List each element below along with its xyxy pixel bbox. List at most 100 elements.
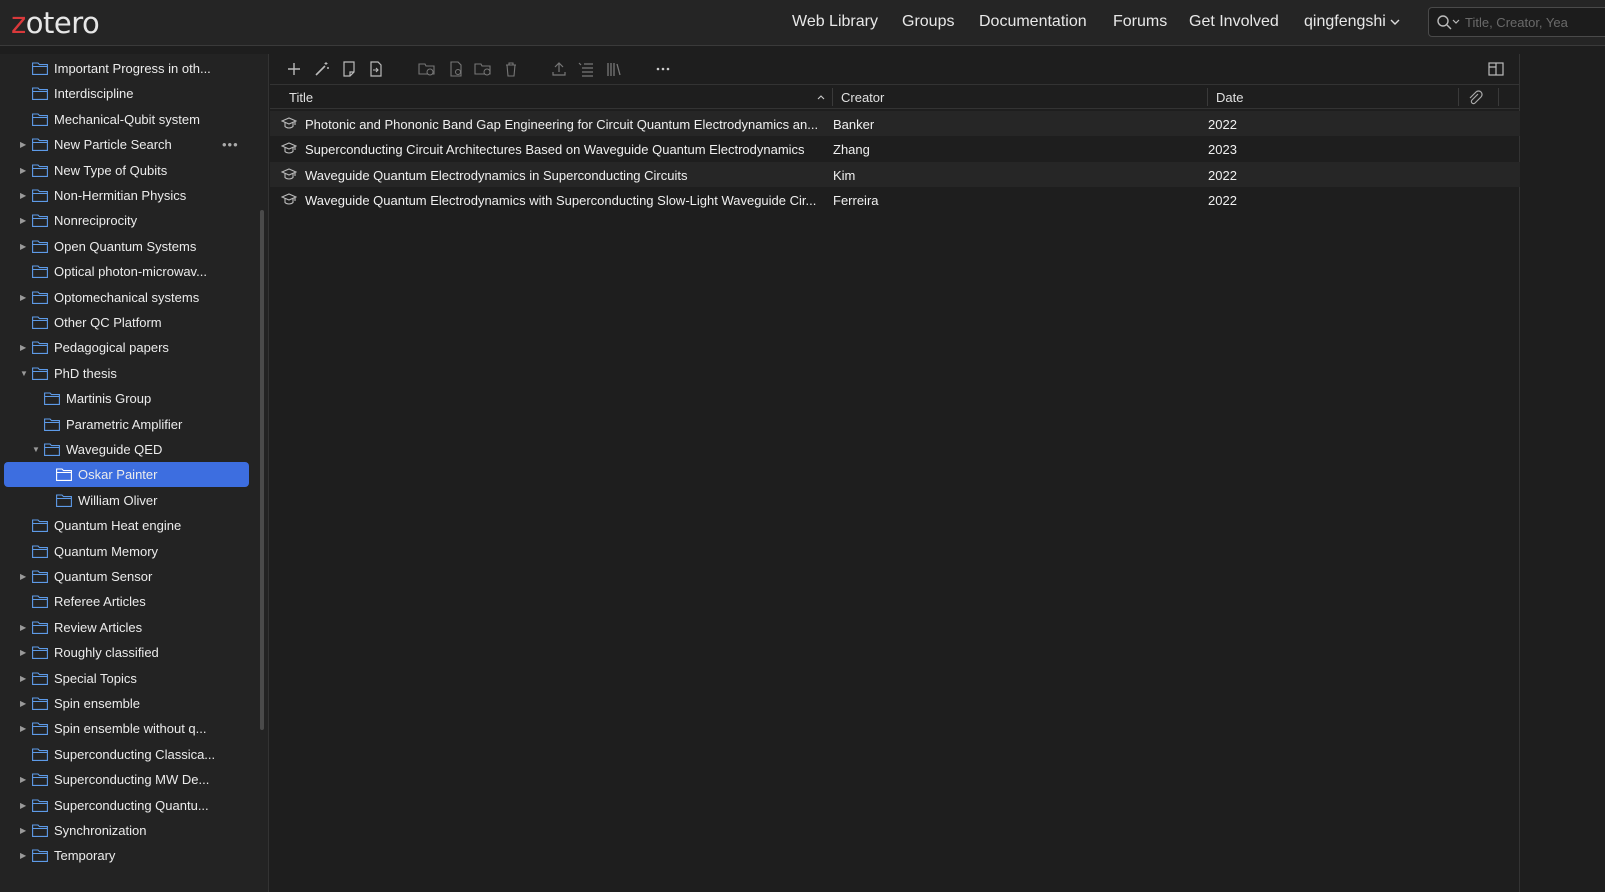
move-to-collection-icon[interactable]: [474, 60, 492, 78]
sidebar-collection-item[interactable]: ▶ Superconducting Quantu...: [4, 793, 249, 818]
chevron-right-icon[interactable]: ▶: [20, 293, 28, 302]
sidebar-collection-item[interactable]: William Oliver: [4, 488, 249, 513]
sidebar-collection-item[interactable]: Oskar Painter: [4, 462, 249, 488]
column-separator[interactable]: [1458, 88, 1459, 106]
table-row[interactable]: Waveguide Quantum Electrodynamics in Sup…: [270, 161, 1520, 187]
folder-icon: [32, 138, 48, 152]
chevron-right-icon[interactable]: ▶: [20, 192, 28, 200]
sidebar-collection-item[interactable]: ▶ New Particle Search •••: [4, 132, 249, 157]
thesis-icon: [281, 142, 297, 154]
attachment-column-icon[interactable]: [1467, 90, 1483, 106]
nav-groups[interactable]: Groups: [902, 13, 954, 31]
search-field[interactable]: Title, Creator, Yea: [1428, 7, 1605, 37]
add-attachment-icon[interactable]: [367, 60, 385, 78]
sidebar-collection-item[interactable]: ▶ Review Articles: [4, 615, 249, 640]
sidebar-collection-item[interactable]: Quantum Memory: [4, 539, 249, 564]
sidebar-collection-item[interactable]: ▼ Waveguide QED: [4, 437, 249, 462]
sidebar-collection-item[interactable]: ▶ Quantum Sensor: [4, 564, 249, 589]
sidebar-collection-item[interactable]: Important Progress in oth...: [4, 56, 249, 81]
column-header-title[interactable]: Title: [289, 90, 313, 105]
nav-forums[interactable]: Forums: [1113, 13, 1167, 31]
sidebar-collection-item[interactable]: Interdiscipline: [4, 81, 249, 106]
sidebar-collection-item[interactable]: ▶ Spin ensemble: [4, 691, 249, 716]
chevron-right-icon[interactable]: ▶: [20, 141, 28, 149]
sidebar-collection-item[interactable]: ▶ Pedagogical papers: [4, 335, 249, 360]
sidebar-collection-item[interactable]: ▶ Nonreciprocity: [4, 208, 249, 233]
new-collection-icon[interactable]: [418, 60, 436, 78]
sidebar-collection-item[interactable]: ▶ Special Topics: [4, 666, 249, 691]
user-menu[interactable]: qingfengshi: [1304, 13, 1400, 31]
sidebar-collection-item[interactable]: ▶ Non-Hermitian Physics: [4, 183, 249, 208]
trash-icon[interactable]: [502, 60, 520, 78]
nav-web-library[interactable]: Web Library: [792, 13, 878, 31]
chevron-right-icon[interactable]: ▶: [20, 852, 28, 860]
sidebar-collection-item[interactable]: ▶ Temporary: [4, 843, 249, 868]
chevron-right-icon[interactable]: ▶: [20, 344, 28, 352]
sidebar-item-label: Roughly classified: [54, 645, 159, 661]
sidebar-item-label: Waveguide QED: [66, 442, 163, 457]
column-separator[interactable]: [832, 88, 833, 106]
sidebar-collection-item[interactable]: Quantum Heat engine: [4, 513, 249, 538]
bibliography-icon[interactable]: [605, 60, 623, 78]
chevron-right-icon[interactable]: ▶: [20, 801, 28, 810]
column-separator[interactable]: [1207, 88, 1208, 106]
sidebar-collection-item[interactable]: Referee Articles: [4, 589, 249, 614]
more-icon[interactable]: [654, 60, 672, 78]
toggle-item-pane-icon[interactable]: [1487, 60, 1505, 78]
chevron-right-icon[interactable]: ▶: [20, 827, 28, 835]
sidebar-collection-item[interactable]: ▶ Spin ensemble without q...: [4, 716, 249, 741]
sidebar-collection-item[interactable]: ▶ New Type of Qubits: [4, 158, 249, 183]
table-row[interactable]: Waveguide Quantum Electrodynamics with S…: [270, 187, 1520, 212]
sidebar-collection-item[interactable]: Mechanical-Qubit system: [4, 107, 249, 132]
username: qingfengshi: [1304, 13, 1386, 30]
nav-documentation[interactable]: Documentation: [979, 13, 1087, 31]
sidebar-collection-item[interactable]: ▼ PhD thesis: [4, 361, 249, 386]
table-row[interactable]: Superconducting Circuit Architectures Ba…: [270, 136, 1520, 161]
sidebar-collection-item[interactable]: Superconducting Classica...: [4, 742, 249, 767]
nav-get-involved[interactable]: Get Involved: [1189, 13, 1279, 31]
sidebar-collection-item[interactable]: Other QC Platform: [4, 310, 249, 335]
new-note-icon[interactable]: [340, 60, 358, 78]
chevron-right-icon[interactable]: ▶: [20, 166, 28, 175]
table-row[interactable]: Photonic and Phononic Band Gap Engineeri…: [270, 111, 1520, 136]
sidebar-collection-item[interactable]: ▶ Synchronization: [4, 818, 249, 843]
sidebar-item-label: Nonreciprocity: [54, 213, 138, 229]
zotero-logo[interactable]: zotero: [11, 6, 100, 40]
chevron-right-icon[interactable]: ▶: [20, 700, 28, 708]
sidebar-collection-item[interactable]: Martinis Group: [4, 386, 249, 411]
cite-icon[interactable]: [577, 60, 595, 78]
chevron-right-icon[interactable]: ▶: [20, 217, 28, 225]
export-icon[interactable]: [550, 60, 568, 78]
column-header-creator[interactable]: Creator: [841, 90, 884, 105]
sidebar-collection-item[interactable]: Optical photon-microwav...: [4, 259, 249, 284]
chevron-right-icon[interactable]: ▶: [20, 725, 28, 733]
sidebar-item-label: Mechanical-Qubit system: [54, 111, 200, 127]
chevron-right-icon[interactable]: ▶: [20, 674, 28, 683]
sidebar-scrollbar[interactable]: [260, 210, 264, 730]
chevron-right-icon[interactable]: ▶: [20, 649, 28, 657]
chevron-right-icon[interactable]: ▶: [20, 573, 28, 581]
folder-icon: [56, 494, 72, 507]
column-separator[interactable]: [1498, 88, 1499, 106]
sidebar-collection-item[interactable]: Parametric Amplifier: [4, 412, 249, 437]
sidebar-collection-item[interactable]: ▶ Superconducting MW De...: [4, 767, 249, 792]
new-item-icon[interactable]: [285, 60, 303, 78]
chevron-down-icon[interactable]: ▼: [20, 369, 28, 378]
sidebar-item-label: Parametric Amplifier: [66, 416, 183, 432]
duplicate-icon[interactable]: [447, 60, 465, 78]
thesis-icon: [281, 193, 297, 205]
chevron-down-icon[interactable]: ▼: [32, 446, 40, 454]
chevron-right-icon[interactable]: ▶: [20, 776, 28, 784]
cell-date: 2023: [1208, 142, 1237, 158]
column-header-date[interactable]: Date: [1216, 90, 1243, 105]
more-options-icon[interactable]: •••: [222, 137, 239, 152]
chevron-right-icon[interactable]: ▶: [20, 242, 28, 251]
sidebar-collection-item[interactable]: ▶ Roughly classified: [4, 640, 249, 665]
search-icon[interactable]: [1436, 14, 1460, 30]
magic-wand-icon[interactable]: [313, 60, 331, 78]
cell-title: Waveguide Quantum Electrodynamics in Sup…: [305, 167, 688, 183]
sidebar-collection-item[interactable]: ▶ Optomechanical systems: [4, 285, 249, 310]
chevron-right-icon[interactable]: ▶: [20, 623, 28, 632]
cell-date: 2022: [1208, 117, 1237, 132]
sidebar-collection-item[interactable]: ▶ Open Quantum Systems: [4, 234, 249, 259]
